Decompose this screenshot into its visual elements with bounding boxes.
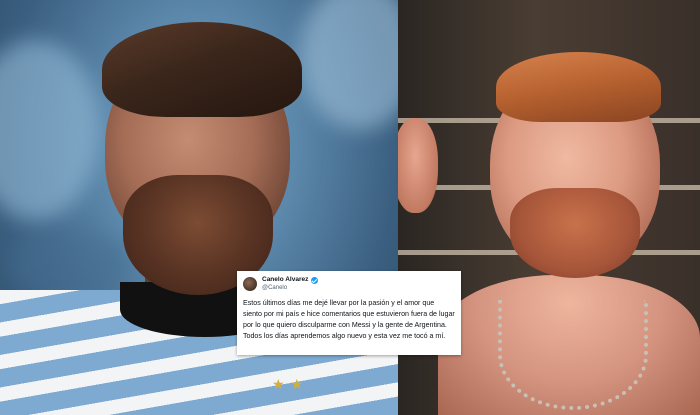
jersey-stars-icon: ★★ — [272, 376, 310, 392]
avatar[interactable] — [243, 277, 257, 291]
tweet-card[interactable]: Canelo Alvarez @Canelo Estos últimos día… — [237, 271, 461, 355]
image-collage: ★★ Canelo Alvarez @Canelo Estos últimos … — [0, 0, 700, 415]
hair — [496, 52, 661, 122]
chain-necklace — [498, 300, 648, 410]
user-handle[interactable]: @Canelo — [262, 284, 318, 292]
display-name[interactable]: Canelo Alvarez — [262, 276, 308, 284]
raised-fist — [398, 118, 438, 213]
tweet-text: Estos últimos días me dejé llevar por la… — [243, 299, 455, 340]
beard — [510, 188, 640, 278]
hair — [102, 22, 302, 117]
verified-badge-icon — [311, 276, 319, 284]
tweet-header: Canelo Alvarez @Canelo — [243, 275, 455, 293]
